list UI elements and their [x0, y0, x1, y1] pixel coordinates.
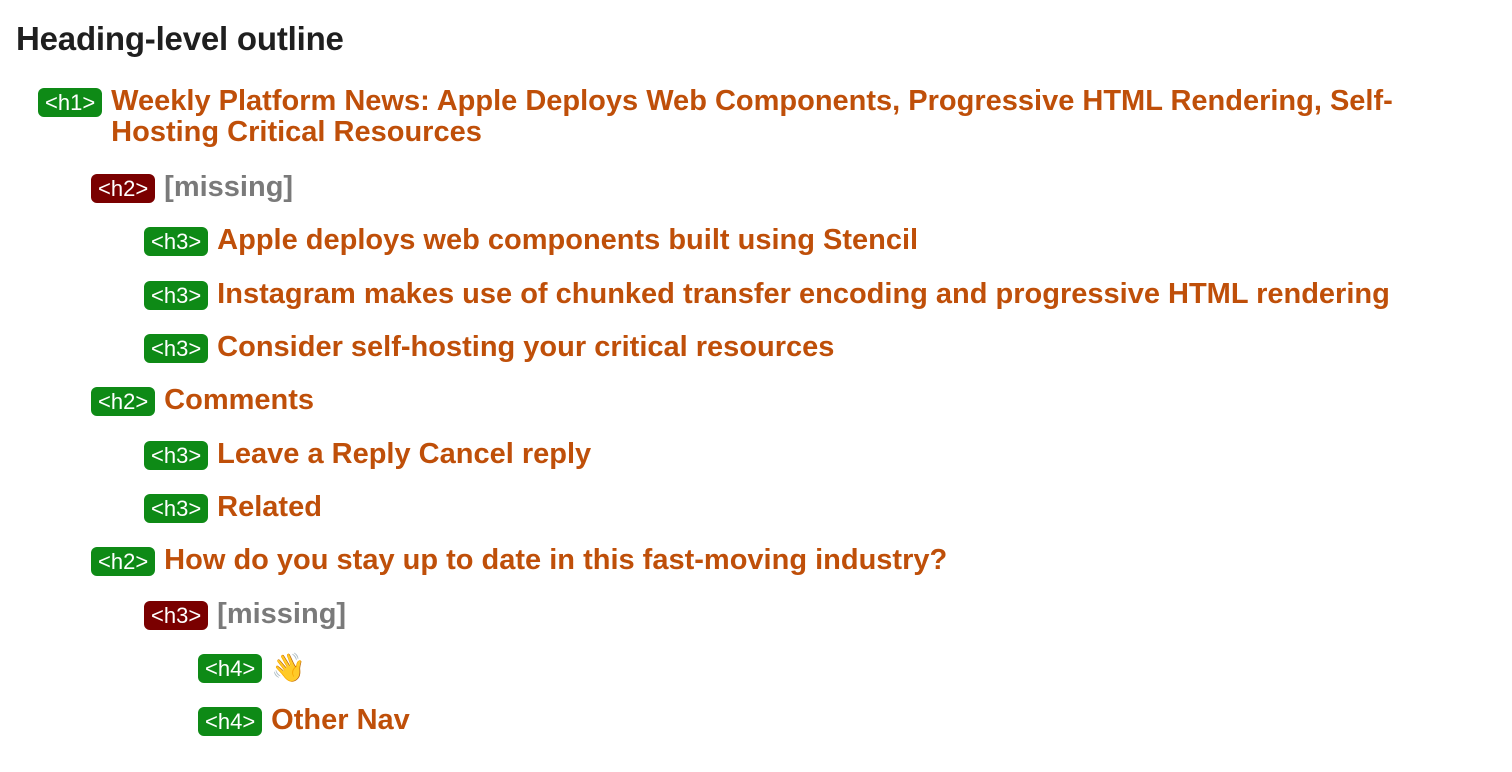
heading-text[interactable]: How do you stay up to date in this fast-…	[164, 545, 947, 576]
heading-level-badge: <h2>	[91, 387, 156, 416]
panel-title: Heading-level outline	[16, 20, 344, 57]
outline-item-h2[interactable]: <h2> How do you stay up to date in this …	[91, 545, 947, 576]
outline-item-h2-missing[interactable]: <h2> [missing]	[91, 172, 293, 203]
heading-text[interactable]: Consider self-hosting your critical reso…	[217, 332, 834, 363]
heading-level-badge: <h3>	[144, 227, 209, 256]
heading-text[interactable]: Other Nav	[271, 705, 410, 736]
outline-item-h3[interactable]: <h3> Leave a Reply Cancel reply	[144, 439, 591, 470]
heading-level-badge: <h2>	[91, 547, 156, 576]
heading-level-badge: <h2>	[91, 174, 156, 203]
heading-level-badge: <h3>	[144, 334, 209, 363]
outline-item-h1[interactable]: <h1> Weekly Platform News: Apple Deploys…	[38, 86, 1441, 148]
heading-text[interactable]: Instagram makes use of chunked transfer …	[217, 279, 1390, 310]
heading-level-badge: <h3>	[144, 494, 209, 523]
outline-item-h2[interactable]: <h2> Comments	[91, 385, 314, 416]
heading-text[interactable]: Comments	[164, 385, 314, 416]
outline-item-h4[interactable]: <h4> Other Nav	[198, 705, 410, 736]
heading-text[interactable]: Apple deploys web components built using…	[217, 225, 918, 256]
heading-text[interactable]: Related	[217, 492, 322, 523]
outline-item-h4[interactable]: <h4> 👋	[198, 652, 306, 683]
heading-level-badge: <h4>	[198, 654, 263, 683]
outline-item-h3[interactable]: <h3> Consider self-hosting your critical…	[144, 332, 834, 363]
heading-text-missing: [missing]	[164, 171, 294, 203]
heading-level-badge: <h4>	[198, 707, 263, 736]
heading-level-badge: <h3>	[144, 441, 209, 470]
waving-hand-icon[interactable]: 👋	[271, 652, 306, 683]
outline-item-h3[interactable]: <h3> Related	[144, 492, 322, 523]
heading-level-badge: <h1>	[38, 88, 103, 117]
heading-text[interactable]: Weekly Platform News: Apple Deploys Web …	[111, 86, 1441, 148]
heading-text-missing: [missing]	[217, 598, 347, 630]
outline-item-h3[interactable]: <h3> Apple deploys web components built …	[144, 225, 918, 256]
outline-item-h3-missing[interactable]: <h3> [missing]	[144, 599, 346, 630]
outline-item-h3[interactable]: <h3> Instagram makes use of chunked tran…	[144, 279, 1390, 310]
heading-level-badge: <h3>	[144, 601, 209, 630]
heading-level-badge: <h3>	[144, 281, 209, 310]
heading-text[interactable]: Leave a Reply Cancel reply	[217, 439, 591, 470]
